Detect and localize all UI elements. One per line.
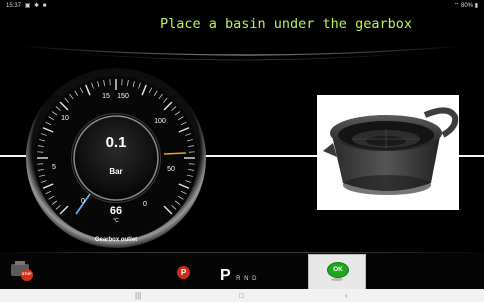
clock: 15:37	[6, 3, 22, 9]
back-button[interactable]: ‹	[345, 291, 348, 301]
pressure-unit: Bar	[109, 167, 123, 176]
wifi-icon: ⌔	[453, 3, 460, 9]
parking-brake-indicator: P	[177, 266, 190, 279]
scale-label: 0	[81, 198, 85, 205]
pressure-gauge: 0.1 Bar 66 °C Gearbox outlet 0 5 10 15 1…	[24, 66, 208, 250]
square-icon: ■	[42, 3, 47, 9]
gear-indicator: P R N D	[220, 267, 257, 289]
home-button[interactable]: □	[239, 291, 244, 301]
scale-label: 15	[102, 93, 110, 100]
scale-label: 50	[167, 166, 175, 173]
bottom-toolbar: STOP P P R N D OK	[0, 253, 484, 290]
image-icon: ▣	[24, 3, 31, 9]
ok-label: OK	[333, 266, 343, 273]
scale-label: 100	[154, 118, 166, 125]
ok-button[interactable]: OK	[308, 254, 366, 290]
scale-label: 5	[52, 164, 56, 171]
ok-icon-shadow	[331, 278, 343, 281]
battery-icon: ▮	[474, 3, 478, 9]
pressure-value: 0.1	[105, 134, 127, 151]
stop-engine-icon	[11, 261, 33, 281]
recent-apps-button[interactable]: |||	[135, 291, 141, 301]
screen: 15:37 ▣ ✱ ■ ⌔ 80% ▮ Place a basin under …	[0, 0, 484, 302]
status-right: ⌔ 80% ▮	[454, 0, 478, 12]
scale-label: 10	[61, 115, 69, 122]
basin-image	[317, 95, 459, 210]
ok-icon: OK	[327, 262, 349, 278]
temperature-unit: °C	[113, 218, 119, 224]
basin-illustration	[323, 107, 459, 195]
navigation-bar: ||| □ ‹	[0, 289, 484, 302]
settings-icon: ✱	[34, 3, 40, 9]
gear-others: R N D	[236, 276, 258, 282]
status-bar: 15:37 ▣ ✱ ■ ⌔ 80% ▮	[0, 0, 484, 12]
gauge-caption: Gearbox outlet	[94, 237, 138, 243]
stop-engine-button[interactable]: STOP	[8, 256, 36, 284]
scale-label: 0	[143, 201, 147, 208]
scale-label: 150	[117, 93, 129, 100]
stop-label: STOP	[22, 272, 32, 276]
parking-brake-icon: P	[180, 268, 187, 277]
left-line	[0, 155, 26, 157]
status-left: 15:37 ▣ ✱ ■	[6, 0, 48, 12]
battery-text: 80%	[461, 3, 474, 9]
right-line	[459, 155, 484, 157]
gear-selected: P	[220, 267, 231, 284]
temperature-value: 66	[109, 205, 123, 217]
orange-marker	[163, 152, 187, 155]
instruction-text: Place a basin under the gearbox	[160, 16, 412, 32]
middle-line	[203, 155, 319, 157]
